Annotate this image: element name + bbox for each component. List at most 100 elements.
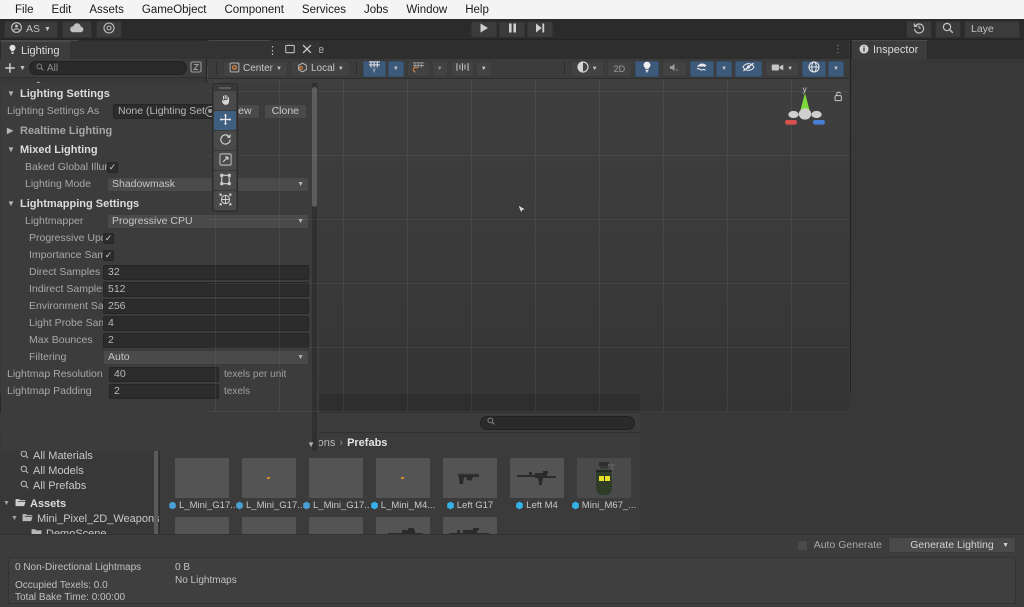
scene-lock-icon[interactable] <box>834 91 843 105</box>
undo-history-button[interactable] <box>906 21 932 38</box>
tab-inspector-label: Inspector <box>873 44 918 56</box>
create-gameobject-button[interactable] <box>4 62 16 74</box>
scale-tool[interactable] <box>214 151 236 170</box>
stat-no-lightmaps: No Lightmaps <box>175 575 237 586</box>
asset-item[interactable]: L_Mini_G17... <box>168 458 235 511</box>
tree-item-label: Mini_Pixel_2D_Weapons <box>37 513 160 525</box>
menu-item-help[interactable]: Help <box>456 2 498 18</box>
breadcrumb-item-current[interactable]: Prefabs <box>347 437 387 449</box>
tree-item-all-models[interactable]: All Models <box>0 463 159 478</box>
snap-settings-dropdown[interactable]: ▼ <box>432 61 448 77</box>
snap-increment-dropdown[interactable]: ▼ <box>476 61 492 77</box>
scene-lighting-toggle[interactable] <box>635 61 659 77</box>
asset-item[interactable]: L_Mini_G17... <box>302 458 369 511</box>
generate-lighting-button[interactable]: Generate Lighting ▼ <box>888 537 1016 553</box>
progressive-updates-checkbox[interactable]: ✓ <box>103 233 114 244</box>
transform-tool[interactable] <box>214 191 236 210</box>
auto-generate-checkbox[interactable] <box>797 540 808 551</box>
shading-mode-dropdown[interactable]: ▼ <box>571 61 604 77</box>
section-title: Lightmapping Settings <box>20 198 139 210</box>
menu-item-file[interactable]: File <box>6 2 43 18</box>
pivot-center-icon <box>229 62 240 76</box>
menu-item-services[interactable]: Services <box>293 2 355 18</box>
lighting-settings-asset-field[interactable]: None (Lighting Setti <box>113 104 219 119</box>
step-icon <box>536 23 545 36</box>
menu-item-jobs[interactable]: Jobs <box>355 2 397 18</box>
importance-sampling-checkbox[interactable]: ✓ <box>103 250 114 261</box>
hand-tool[interactable] <box>214 91 236 110</box>
field-label: Progressive Upda <box>1 232 103 244</box>
rotate-tool[interactable] <box>214 131 236 150</box>
layers-dropdown[interactable]: Laye <box>964 21 1020 38</box>
asset-item[interactable]: Left M4 <box>503 458 570 511</box>
hierarchy-filter-icon[interactable] <box>190 61 202 76</box>
asset-item[interactable]: L_Mini_G17... <box>235 458 302 511</box>
hierarchy-search-input[interactable]: All <box>29 61 187 75</box>
scene-audio-toggle[interactable]: x <box>662 61 687 77</box>
account-dropdown[interactable]: AS ▼ <box>4 21 58 38</box>
scene-visibility-toggle[interactable] <box>735 61 762 77</box>
cloud-button[interactable] <box>62 21 92 38</box>
menu-item-window[interactable]: Window <box>397 2 456 18</box>
create-dropdown-icon[interactable]: ▼ <box>19 65 26 72</box>
tree-item-label: All Prefabs <box>33 480 86 492</box>
tree-item-assets[interactable]: ▼ Assets <box>0 496 159 511</box>
scene-fx-dropdown[interactable]: ▼ <box>716 61 732 77</box>
handle-space-dropdown[interactable]: Local ▼ <box>291 61 350 77</box>
divider <box>564 62 565 75</box>
play-button[interactable] <box>471 21 498 38</box>
kebab-menu-icon[interactable]: ⋮ <box>267 44 278 57</box>
search-icon <box>36 63 44 74</box>
toggle-2d-button[interactable]: 2D <box>607 61 633 77</box>
asset-item[interactable]: Left G17 <box>436 458 503 511</box>
pause-button[interactable] <box>499 21 526 38</box>
scene-visibility-icon <box>742 62 755 75</box>
step-button[interactable] <box>527 21 554 38</box>
close-icon[interactable] <box>302 44 312 57</box>
palette-drag-handle[interactable] <box>214 85 236 90</box>
rect-transform-tool[interactable] <box>214 171 236 190</box>
project-search-input[interactable] <box>480 416 635 430</box>
menu-item-assets[interactable]: Assets <box>80 2 133 18</box>
project-tree-scrollbar[interactable] <box>154 435 158 545</box>
lightmap-padding-input[interactable]: 2 <box>109 384 219 399</box>
search-button[interactable] <box>935 21 961 38</box>
gizmos-toggle[interactable] <box>802 61 826 77</box>
menu-item-component[interactable]: Component <box>215 2 292 18</box>
asset-name: Left G17 <box>457 500 493 511</box>
maximize-icon[interactable] <box>285 44 295 57</box>
scene-axis-gizmo[interactable]: y <box>779 83 831 134</box>
snap-toggle-button[interactable] <box>407 61 430 77</box>
tab-lighting[interactable]: Lighting <box>1 41 70 59</box>
baked-gi-checkbox[interactable]: ✓ <box>107 162 118 173</box>
asset-item[interactable]: Mini_M67_... <box>570 458 637 511</box>
move-tool[interactable] <box>214 111 236 130</box>
scroll-down-arrow-icon[interactable]: ▼ <box>307 440 315 449</box>
menu-item-edit[interactable]: Edit <box>43 2 81 18</box>
grid-axis-button[interactable]: Y <box>363 61 386 77</box>
kebab-menu-icon[interactable]: ⋮ <box>833 44 843 55</box>
lighting-stats-box: 0 Non-Directional Lightmaps 0 B No Light… <box>8 557 1016 604</box>
tree-item-all-prefabs[interactable]: All Prefabs <box>0 478 159 493</box>
grid-axis-dropdown[interactable]: ▼ <box>388 61 404 77</box>
services-button[interactable] <box>96 21 122 38</box>
tab-inspector[interactable]: Inspector <box>851 40 928 59</box>
pivot-mode-dropdown[interactable]: Center ▼ <box>223 61 288 77</box>
scene-fx-toggle[interactable] <box>690 61 714 77</box>
chevron-down-icon[interactable]: ▼ <box>2 500 11 507</box>
scene-camera-button[interactable]: ▼ <box>765 61 799 77</box>
lightmap-resolution-input[interactable]: 40 <box>109 367 219 382</box>
chevron-down-icon[interactable]: ▼ <box>11 515 18 522</box>
asset-item[interactable]: L_Mini_M4... <box>369 458 436 511</box>
unity-editor-window: File Edit Assets GameObject Component Se… <box>0 0 1024 607</box>
chevron-down-icon: ▼ <box>1002 542 1009 549</box>
toggle-2d-label: 2D <box>614 64 626 74</box>
menu-item-gameobject[interactable]: GameObject <box>133 2 216 18</box>
prefab-icon <box>571 501 580 510</box>
gizmos-dropdown[interactable]: ▼ <box>828 61 844 77</box>
scene-viewport[interactable]: y <box>208 79 849 412</box>
snap-increment-button[interactable] <box>451 61 474 77</box>
folder-open-icon <box>22 513 33 525</box>
tree-item-mini-pixel-2d-weapons[interactable]: ▼ Mini_Pixel_2D_Weapons <box>0 511 159 526</box>
lighting-window-titlebar[interactable]: Lighting ⋮ <box>1 41 319 59</box>
